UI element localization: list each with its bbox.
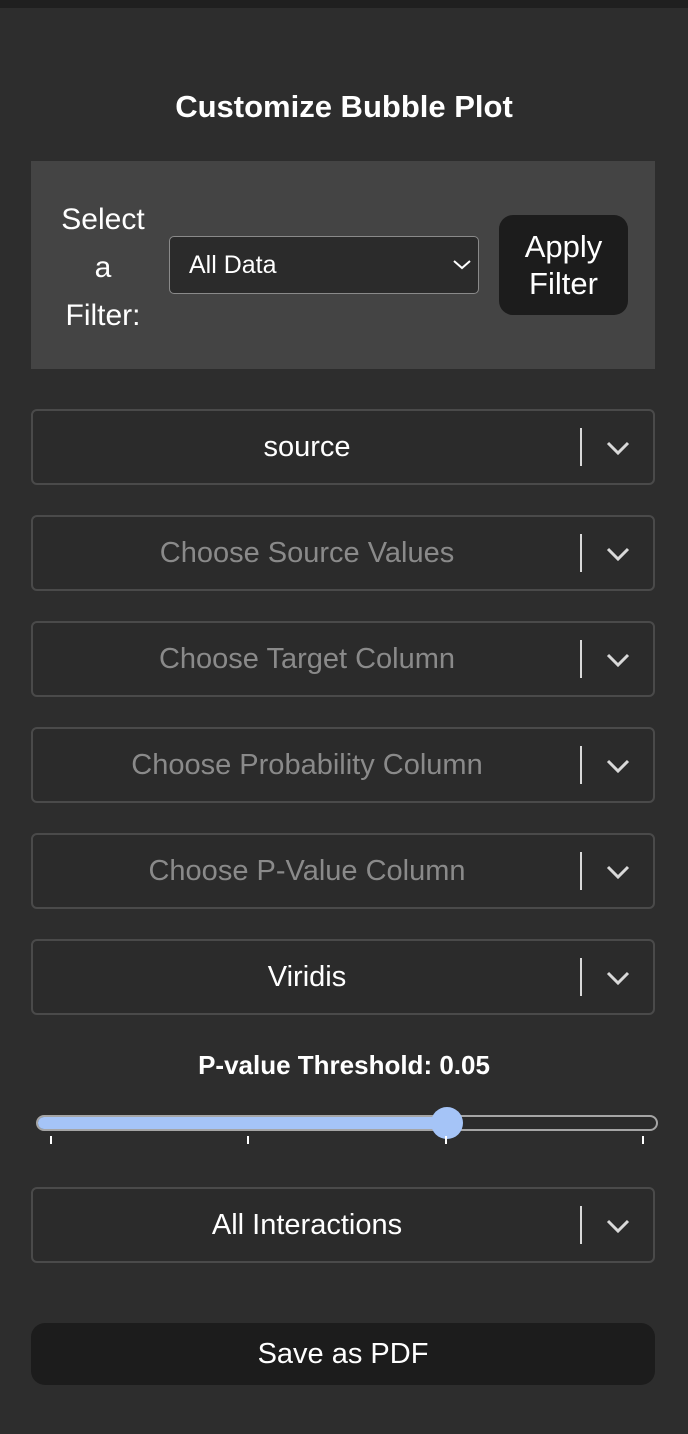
target-column-dropdown[interactable]: Choose Target Column [31, 621, 655, 697]
p-value-column-dropdown[interactable]: Choose P-Value Column [31, 833, 655, 909]
apply-filter-label: Filter [529, 266, 598, 301]
slider-tick [50, 1136, 52, 1144]
chevron-down-icon[interactable] [605, 439, 631, 457]
chevron-down-icon[interactable] [605, 863, 631, 881]
apply-filter-label: Apply [524, 229, 603, 264]
filter-label-line: Select [61, 203, 145, 236]
dropdown-placeholder: Choose Probability Column [131, 748, 483, 781]
save-as-pdf-button[interactable]: Save as PDF [31, 1323, 655, 1385]
p-value-slider-fill [38, 1117, 450, 1129]
dropdown-value: Viridis [267, 960, 347, 993]
probability-column-dropdown[interactable]: Choose Probability Column [31, 727, 655, 803]
p-value-threshold-label: P-value Threshold: 0.05 [198, 1050, 490, 1080]
chevron-down-icon[interactable] [605, 545, 631, 563]
dropdown-placeholder: Choose P-Value Column [148, 854, 466, 887]
slider-tick [247, 1136, 250, 1144]
dropdown-separator [580, 534, 582, 572]
dropdown-value: source [263, 430, 351, 463]
dropdown-separator [580, 852, 582, 890]
colormap-dropdown[interactable]: Viridis [31, 939, 655, 1015]
filter-label-line: Filter: [65, 299, 141, 332]
interactions-dropdown[interactable]: All Interactions [31, 1187, 655, 1263]
slider-tick [444, 1136, 447, 1144]
chevron-down-icon [453, 260, 471, 270]
chevron-down-icon[interactable] [605, 651, 631, 669]
filter-select-value: All Data [189, 251, 277, 279]
top-bar [0, 0, 688, 8]
dropdown-separator [580, 1206, 582, 1244]
slider-tick [642, 1136, 644, 1144]
save-as-pdf-label: Save as PDF [257, 1337, 429, 1370]
p-value-slider-track[interactable] [36, 1115, 658, 1131]
filter-label-line: a [94, 251, 112, 284]
source-column-dropdown[interactable]: source [31, 409, 655, 485]
dropdown-separator [580, 746, 582, 784]
source-values-dropdown[interactable]: Choose Source Values [31, 515, 655, 591]
dropdown-separator [580, 640, 582, 678]
dropdown-placeholder: Choose Target Column [158, 642, 456, 675]
dropdown-placeholder: Choose Source Values [159, 536, 455, 569]
filter-label: Select a Filter: [50, 196, 156, 340]
chevron-down-icon[interactable] [605, 969, 631, 987]
dropdown-separator [580, 428, 582, 466]
dropdown-separator [580, 958, 582, 996]
panel-title: Customize Bubble Plot [175, 89, 513, 124]
chevron-down-icon[interactable] [605, 757, 631, 775]
apply-filter-button[interactable]: Apply Filter [499, 215, 628, 315]
chevron-down-icon[interactable] [605, 1217, 631, 1235]
dropdown-value: All Interactions [211, 1208, 403, 1241]
